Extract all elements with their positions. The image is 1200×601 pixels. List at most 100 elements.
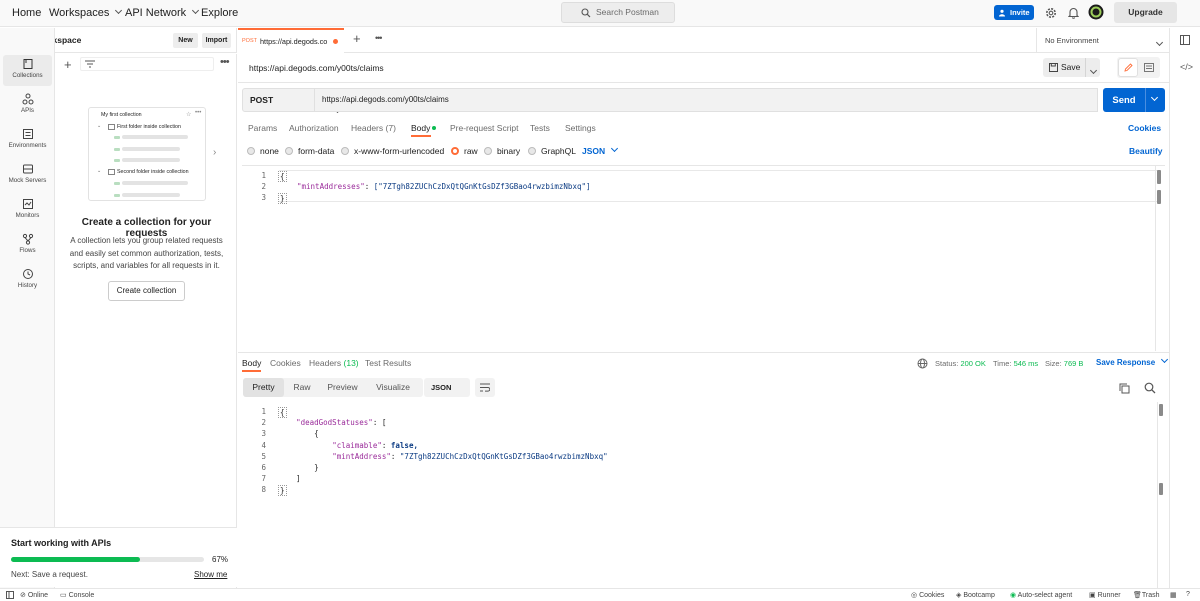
code-icon[interactable]: </> [1180,62,1193,72]
scrollbar-thumb[interactable] [1159,404,1163,416]
body-option-urlencoded[interactable]: x-www-form-urlencoded [341,146,444,156]
url-input[interactable]: https://api.degods.com/y00ts/claims [315,88,1098,112]
collections-search-input[interactable] [80,57,214,71]
tab-body[interactable]: Body [411,123,430,133]
sidebar-item-monitors[interactable]: Monitors [3,195,52,226]
view-raw[interactable]: Raw [284,378,320,397]
search-placeholder: Search Postman [596,7,659,17]
cookies-link[interactable]: Cookies [1128,123,1161,133]
unsaved-dot-icon [333,39,338,44]
console-button[interactable]: ▭ Console [60,591,94,599]
copy-icon[interactable] [1119,383,1130,394]
trash-button[interactable]: 🗑Trash [1133,591,1160,599]
body-option-binary[interactable]: binary [484,146,520,156]
avatar[interactable] [1088,4,1104,20]
body-option-raw[interactable]: raw [451,146,478,156]
sidebar-item-environments[interactable]: Environments [3,125,52,156]
chevron-down-icon [611,144,619,153]
scrollbar-thumb[interactable] [1159,483,1163,495]
layout-icon[interactable] [1180,35,1190,45]
code-line: { [278,171,287,182]
tab-params[interactable]: Params [248,123,277,133]
auto-select-agent-button[interactable]: ◉ Auto-select agent [1010,591,1072,599]
tab-tests[interactable]: Tests [530,123,550,133]
sidebar-item-history[interactable]: History [3,265,52,296]
body-format-select[interactable]: JSON [582,144,619,156]
size-value[interactable]: 769 B [1064,359,1084,368]
wrap-lines-button[interactable] [475,378,495,397]
add-collection-icon[interactable]: + [64,57,72,72]
response-body-viewer[interactable]: 1 {2 "deadGodStatuses": [3 {4 "claimable"… [242,402,1165,588]
view-pretty[interactable]: Pretty [243,378,284,397]
sidebar-item-collections[interactable]: Collections [3,55,52,86]
explore-link[interactable]: Explore [201,7,238,19]
sidebar-item-mock-servers[interactable]: Mock Servers [3,160,52,191]
code-line: } [278,193,287,204]
request-name[interactable]: https://api.degods.com/y00ts/claims [249,63,384,73]
chevron-down-icon[interactable] [1150,93,1159,101]
network-globe-icon[interactable] [917,358,928,369]
help-icon[interactable]: ? [1186,591,1190,598]
save-response-button[interactable]: Save Response [1096,355,1169,367]
new-button[interactable]: New [173,33,198,48]
create-collection-button[interactable]: Create collection [108,281,185,301]
tab-authorization[interactable]: Authorization [289,123,339,133]
view-toggle [1117,57,1160,78]
upgrade-button[interactable]: Upgrade [1114,2,1177,23]
edit-view-button[interactable] [1118,58,1138,77]
more-options-icon[interactable]: ••• [220,56,230,68]
show-me-link[interactable]: Show me [194,570,227,579]
view-preview[interactable]: Preview [320,378,365,397]
response-format-select[interactable]: JSON [424,378,493,398]
console-icon: ▭ [60,592,67,599]
cookies-button[interactable]: ◎ Cookies [911,591,944,599]
beautify-button[interactable]: Beautify [1129,146,1163,156]
method-select[interactable]: POST [242,88,341,114]
tab-settings[interactable]: Settings [565,123,596,133]
response-tab-test-results[interactable]: Test Results [365,358,411,368]
invite-button[interactable]: Invite [994,5,1034,20]
more-tabs-icon[interactable]: ••• [375,33,383,43]
response-tab-body[interactable]: Body [242,358,261,368]
tab-headers[interactable]: Headers (7) [351,123,396,133]
search-icon[interactable] [1144,382,1156,394]
bootcamp-button[interactable]: ◈ Bootcamp [956,591,995,599]
scrollbar-thumb[interactable] [1157,190,1161,204]
import-button[interactable]: Import [202,33,231,48]
request-tab-active[interactable]: POST https://api.degods.co [238,28,344,53]
settings-gear-icon[interactable] [1045,7,1057,19]
sidebar-item-apis[interactable]: APIs [3,90,52,121]
send-button[interactable]: Send [1103,88,1165,112]
body-option-none[interactable]: none [247,146,279,156]
response-tab-cookies[interactable]: Cookies [270,358,301,368]
status-value[interactable]: 200 OK [960,359,985,368]
online-status[interactable]: ⊘ Online [20,591,48,599]
response-tab-headers[interactable]: Headers (13) [309,358,359,368]
code-line: { [278,407,287,418]
save-button[interactable]: Save [1043,58,1100,77]
view-visualize[interactable]: Visualize [365,378,421,397]
comments-icon[interactable] [1144,63,1154,72]
notification-bell-icon[interactable] [1068,7,1079,19]
tab-pre-request-script[interactable]: Pre-request Script [450,123,519,133]
home-link[interactable]: Home [12,7,41,19]
scrollbar-thumb[interactable] [1157,170,1161,184]
request-body-editor[interactable]: 1 { 2 "mintAddresses": ["7ZTgh82ZUChCzDx… [242,165,1165,351]
sidebar-toggle-icon[interactable] [6,591,14,599]
body-option-graphql[interactable]: GraphQL [528,146,576,156]
new-tab-icon[interactable]: + [353,31,361,46]
search-box[interactable]: Search Postman [561,2,675,23]
radio-selected-icon [451,147,459,155]
runner-button[interactable]: ▣ Runner [1089,591,1121,599]
layout-toggle-icon[interactable]: ▦ [1170,591,1177,599]
time-value[interactable]: 546 ms [1014,359,1039,368]
option-label: none [260,146,279,156]
api-network-menu[interactable]: API Network [125,6,200,19]
environment-selector[interactable]: No Environment [1036,28,1169,53]
workspaces-menu[interactable]: Workspaces [49,6,123,19]
sidebar-item-flows[interactable]: Flows [3,230,52,261]
chevron-right-icon[interactable]: › [213,147,216,158]
response-divider[interactable] [238,352,1169,353]
body-option-form-data[interactable]: form-data [285,146,334,156]
chevron-down-icon[interactable] [1089,66,1098,75]
